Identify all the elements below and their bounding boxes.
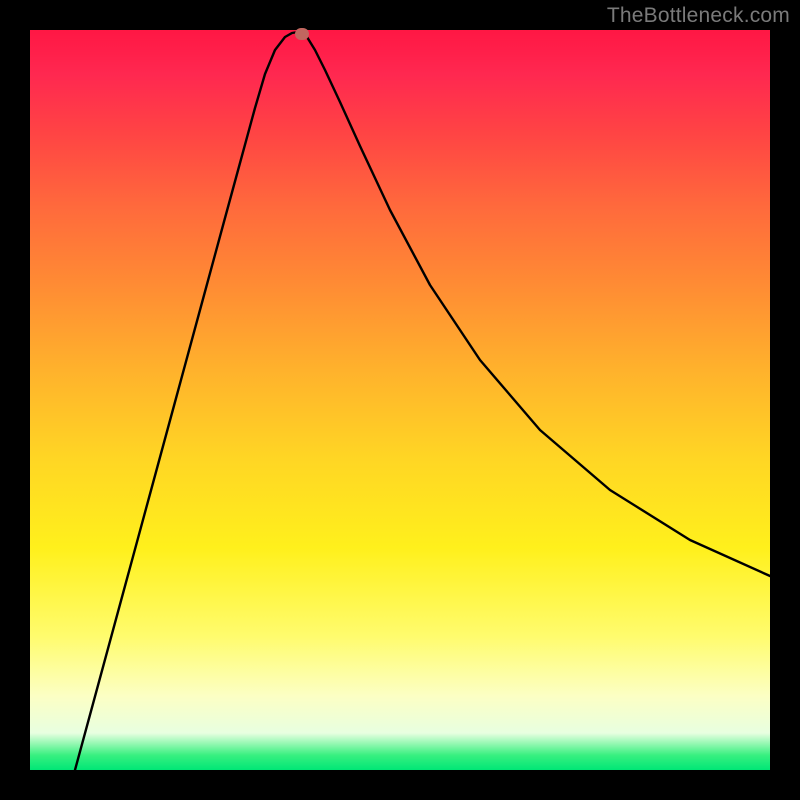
plot-area [30, 30, 770, 770]
watermark-text: TheBottleneck.com [607, 4, 790, 28]
curve-layer [30, 30, 770, 770]
chart-frame: TheBottleneck.com [0, 0, 800, 800]
minimum-marker [295, 28, 309, 40]
bottleneck-curve [75, 32, 770, 770]
